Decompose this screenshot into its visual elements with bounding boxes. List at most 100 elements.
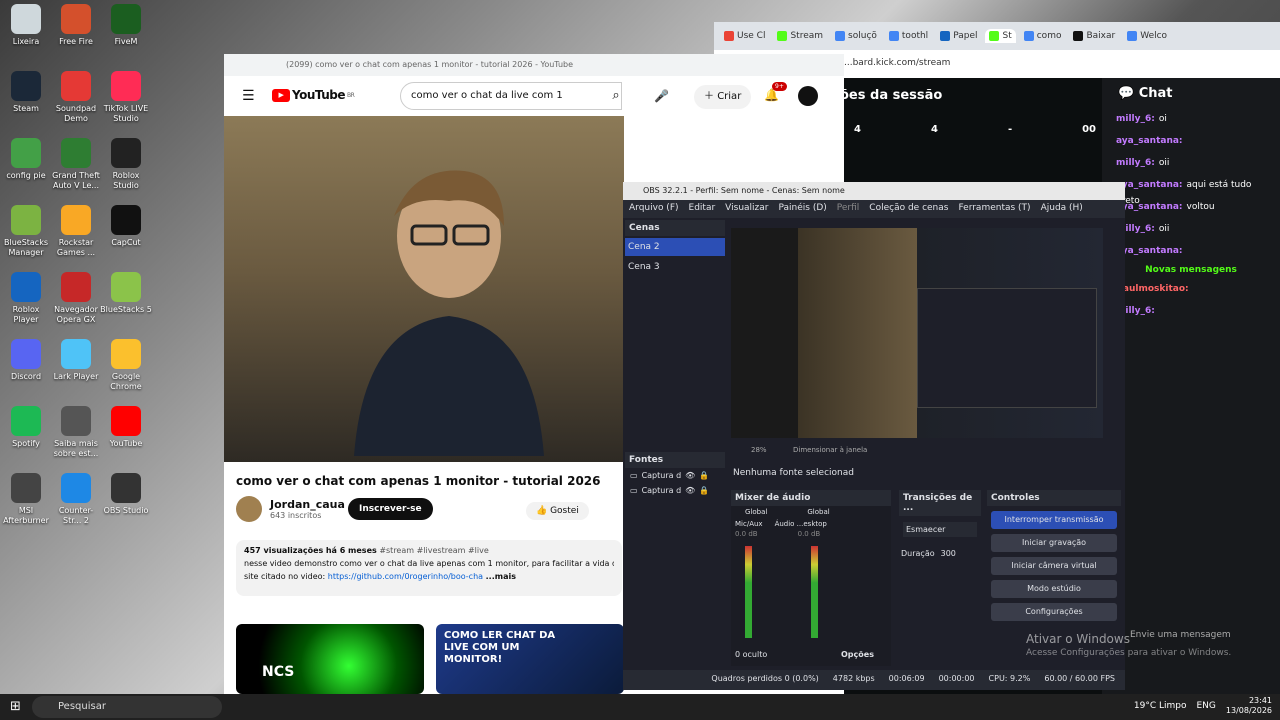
browser-tab[interactable]: Baixar — [1069, 29, 1119, 43]
desktop-icon[interactable]: Rockstar Games ... — [50, 205, 102, 258]
search-input[interactable]: como ver o chat da live com 1 — [400, 82, 622, 110]
desktop-icon[interactable]: Saiba mais sobre est... — [50, 406, 102, 459]
desktop-icon[interactable]: FiveM — [100, 4, 152, 47]
like-button[interactable]: 👍 Gostei — [526, 502, 589, 520]
desktop-icon[interactable]: config pie — [0, 138, 52, 181]
desktop-icon[interactable]: BlueStacks 5 — [100, 272, 152, 315]
desktop-icon[interactable]: Soundpad Demo — [50, 71, 102, 124]
desktop-icon[interactable]: Steam — [0, 71, 52, 114]
eye-icon[interactable]: 👁 — [685, 471, 695, 480]
more-link[interactable]: ...mais — [486, 572, 516, 581]
control-button[interactable]: Iniciar câmera virtual — [991, 557, 1117, 575]
desktop-icon[interactable]: Free Fire — [50, 4, 102, 47]
transition-select[interactable]: Esmaecer — [903, 522, 977, 537]
hidden-count: 0 oculto — [735, 650, 768, 659]
menu-item[interactable]: Arquivo (F) — [629, 203, 679, 215]
duration-input[interactable]: 300 — [941, 549, 956, 558]
control-button[interactable]: Configurações — [991, 603, 1117, 621]
chat-username[interactable]: Raulmoskitao: — [1116, 284, 1189, 294]
weather[interactable]: 19°C Limpo — [1134, 701, 1187, 711]
desktop-icon-label: Counter-Str... 2 — [58, 506, 94, 525]
chat-username[interactable]: aya_santana: — [1116, 246, 1183, 256]
related-video-thumb[interactable]: COMO LER CHAT DA LIVE COM UM MONITOR! — [436, 624, 624, 694]
chat-username[interactable]: aya_santana: — [1116, 180, 1183, 190]
menu-item[interactable]: Coleção de cenas — [869, 203, 948, 215]
youtube-logo[interactable]: ▶ YouTube BR — [272, 88, 355, 102]
video-description[interactable]: 457 visualizações há 6 meses #stream #li… — [236, 540, 622, 596]
chat-message: milly_6: — [1102, 300, 1280, 322]
desktop-icon[interactable]: Grand Theft Auto V Le... — [50, 138, 102, 191]
desktop-icon[interactable]: Spotify — [0, 406, 52, 449]
desktop-icon[interactable]: MSI Afterburner — [0, 473, 52, 526]
menu-item[interactable]: Visualizar — [725, 203, 768, 215]
control-button[interactable]: Iniciar gravação — [991, 534, 1117, 552]
desktop-icon[interactable]: Lark Player — [50, 339, 102, 382]
desktop-icon[interactable]: TikTok LIVE Studio — [100, 71, 152, 124]
menu-item[interactable]: Perfil — [837, 203, 860, 215]
chrome-icon — [111, 339, 141, 369]
roblox-icon — [11, 272, 41, 302]
desktop-icon[interactable]: Google Chrome — [100, 339, 152, 392]
desktop-icon[interactable]: CapCut — [100, 205, 152, 248]
desktop-icon[interactable]: Roblox Studio — [100, 138, 152, 191]
desktop-icon[interactable]: OBS Studio — [100, 473, 152, 516]
discord-icon — [11, 339, 41, 369]
chat-username[interactable]: aya_santana: — [1116, 202, 1183, 212]
menu-icon[interactable]: ☰ — [242, 88, 255, 104]
desktop-icon[interactable]: Lixeira — [0, 4, 52, 47]
start-icon[interactable]: ⊞ — [10, 699, 21, 714]
chat-username[interactable]: milly_6: — [1116, 114, 1155, 124]
options-button[interactable]: Opções — [841, 650, 874, 659]
source-item[interactable]: ▭ Captura d 👁 🔒 — [625, 468, 725, 483]
mic-icon[interactable]: 🎤 — [654, 89, 669, 103]
video-player[interactable] — [224, 116, 624, 462]
scene-item[interactable]: Cena 2 — [625, 238, 725, 256]
menu-item[interactable]: Ferramentas (T) — [958, 203, 1030, 215]
control-button[interactable]: Modo estúdio — [991, 580, 1117, 598]
channel-avatar[interactable] — [236, 496, 262, 522]
menu-item[interactable]: Ajuda (H) — [1041, 203, 1083, 215]
menu-item[interactable]: Editar — [689, 203, 716, 215]
control-button[interactable]: Interromper transmissão — [991, 511, 1117, 529]
chat-username[interactable]: aya_santana: — [1116, 136, 1183, 146]
browser-tab[interactable]: toothl — [885, 29, 932, 43]
lock-icon[interactable]: 🔒 — [699, 471, 709, 480]
source-item[interactable]: ▭ Captura d 👁 🔒 — [625, 483, 725, 498]
desktop-icon[interactable]: Navegador Opera GX — [50, 272, 102, 325]
browser-tab[interactable]: como — [1020, 29, 1066, 43]
chat-text: voltou — [1186, 202, 1215, 212]
scene-item[interactable]: Cena 3 — [625, 258, 725, 276]
desktop-icon[interactable]: Counter-Str... 2 — [50, 473, 102, 526]
subscribe-button[interactable]: Inscrever-se — [348, 498, 433, 520]
desktop-icon[interactable]: YouTube — [100, 406, 152, 449]
create-button[interactable]: ＋ Criar — [694, 85, 752, 109]
github-link[interactable]: https://github.com/0rogerinho/boo-cha — [328, 572, 483, 581]
soundpad-icon — [61, 71, 91, 101]
taskbar-search[interactable]: Pesquisar — [32, 696, 222, 718]
channel-name[interactable]: Jordan_caua — [270, 498, 345, 511]
desktop-icon-label: Free Fire — [59, 37, 93, 46]
lock-icon[interactable]: 🔒 — [699, 486, 709, 495]
language[interactable]: ENG — [1196, 701, 1215, 711]
desktop-icon[interactable]: BlueStacks Manager — [0, 205, 52, 258]
clock[interactable]: 23:41 13/08/2026 — [1226, 696, 1272, 716]
avatar[interactable] — [798, 86, 818, 106]
related-video-thumb[interactable]: NCS — [236, 624, 424, 694]
gta-icon — [61, 138, 91, 168]
browser-tab[interactable]: Welco — [1123, 29, 1171, 43]
browser-tab[interactable]: Stream — [773, 29, 827, 43]
browser-tab[interactable]: Use Cl — [720, 29, 769, 43]
chat-message-input[interactable]: Envie uma mensagem — [1112, 624, 1272, 648]
eye-icon[interactable]: 👁 — [685, 486, 695, 495]
browser-tab[interactable]: Papel — [936, 29, 981, 43]
chat-username[interactable]: milly_6: — [1116, 158, 1155, 168]
new-messages-divider: Novas mensagens — [1145, 265, 1237, 275]
desktop-icon[interactable]: Discord — [0, 339, 52, 382]
resize-option[interactable]: Dimensionar à janela — [793, 446, 867, 454]
browser-tab[interactable]: soluçõ — [831, 29, 881, 43]
menu-item[interactable]: Painéis (D) — [778, 203, 826, 215]
preview-canvas[interactable] — [731, 228, 1103, 438]
desktop-icon[interactable]: Roblox Player — [0, 272, 52, 325]
browser-tab[interactable]: St — [985, 29, 1016, 43]
search-icon[interactable]: ⌕ — [598, 82, 634, 110]
